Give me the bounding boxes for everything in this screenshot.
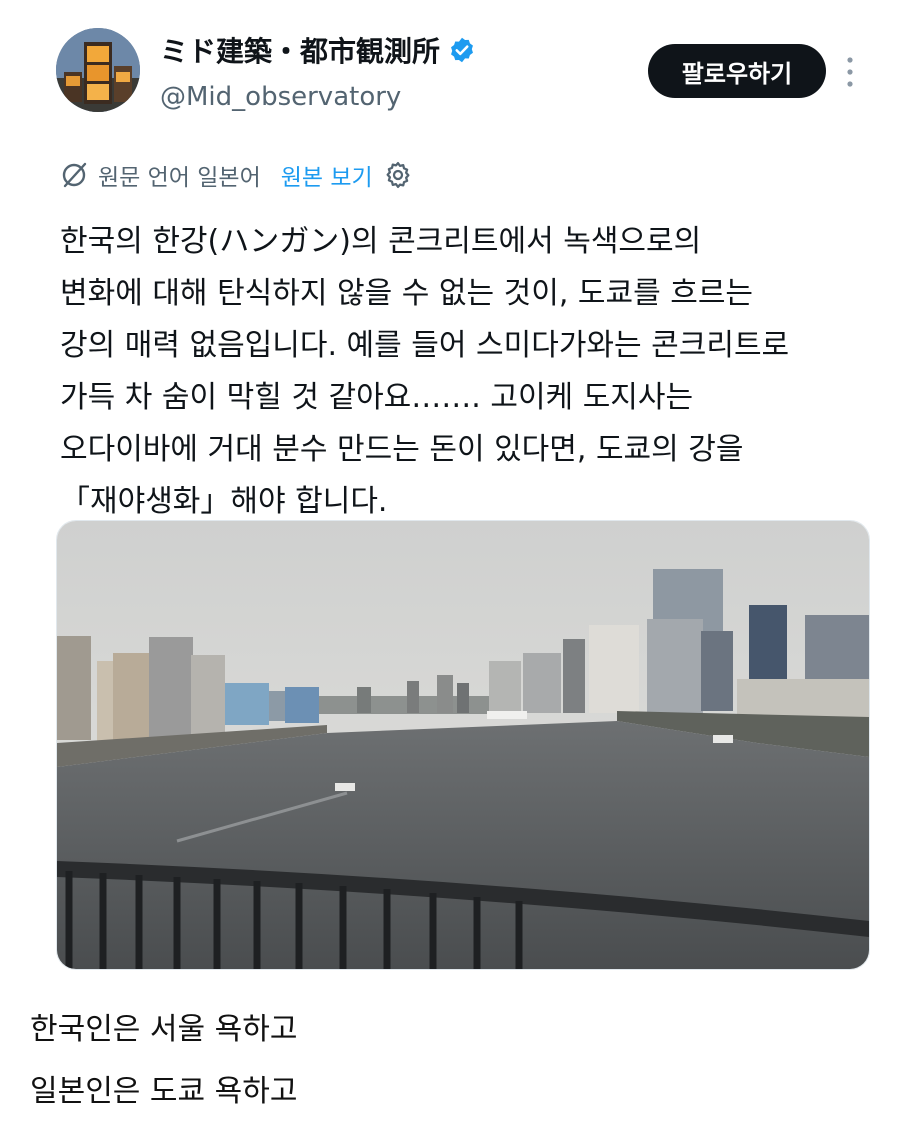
author-handle[interactable]: @Mid_observatory bbox=[160, 82, 401, 112]
show-original-link[interactable]: 원본 보기 bbox=[281, 158, 373, 192]
river-photo bbox=[57, 521, 869, 969]
translation-bar: 원문 언어 일본어 원본 보기 bbox=[60, 158, 413, 192]
tweet-line: 강의 매력 없음입니다. 예를 들어 스미다가와는 콘크리트로 bbox=[60, 328, 790, 363]
tweet-line: 오다이바에 거대 분수 만드는 돈이 있다면, 도쿄의 강을 bbox=[60, 432, 744, 467]
translation-source-label: 원문 언어 일본어 bbox=[98, 165, 261, 191]
author-name-row: ミド建築・都市観測所 bbox=[160, 30, 476, 70]
tweet-line: 한국의 한강(ハンガン)의 콘크리트에서 녹색으로의 bbox=[60, 224, 702, 259]
tweet-line: 변화에 대해 탄식하지 않을 수 없는 것이, 도쿄를 흐르는 bbox=[60, 276, 754, 311]
avatar-photo bbox=[56, 28, 140, 112]
tweet-text: 한국의 한강(ハンガン)의 콘크리트에서 녹색으로의 변화에 대해 탄식하지 않… bbox=[60, 216, 880, 528]
translate-icon bbox=[62, 162, 87, 188]
more-vertical-icon[interactable] bbox=[840, 54, 860, 90]
tweet-line: 가득 차 숨이 막힐 것 같아요……. 고이케 도지사는 bbox=[60, 380, 694, 415]
comment-line: 한국인은 서울 욕하고 bbox=[30, 1012, 298, 1047]
author-name[interactable]: ミド建築・都市観測所 bbox=[160, 30, 440, 70]
gear-icon[interactable] bbox=[383, 160, 413, 190]
verified-badge-icon bbox=[451, 37, 473, 63]
tweet-photo[interactable] bbox=[56, 520, 870, 970]
follow-button[interactable]: 팔로우하기 bbox=[648, 44, 826, 98]
avatar[interactable] bbox=[56, 28, 140, 112]
comment-line: 일본인은 도쿄 욕하고 bbox=[30, 1074, 298, 1109]
